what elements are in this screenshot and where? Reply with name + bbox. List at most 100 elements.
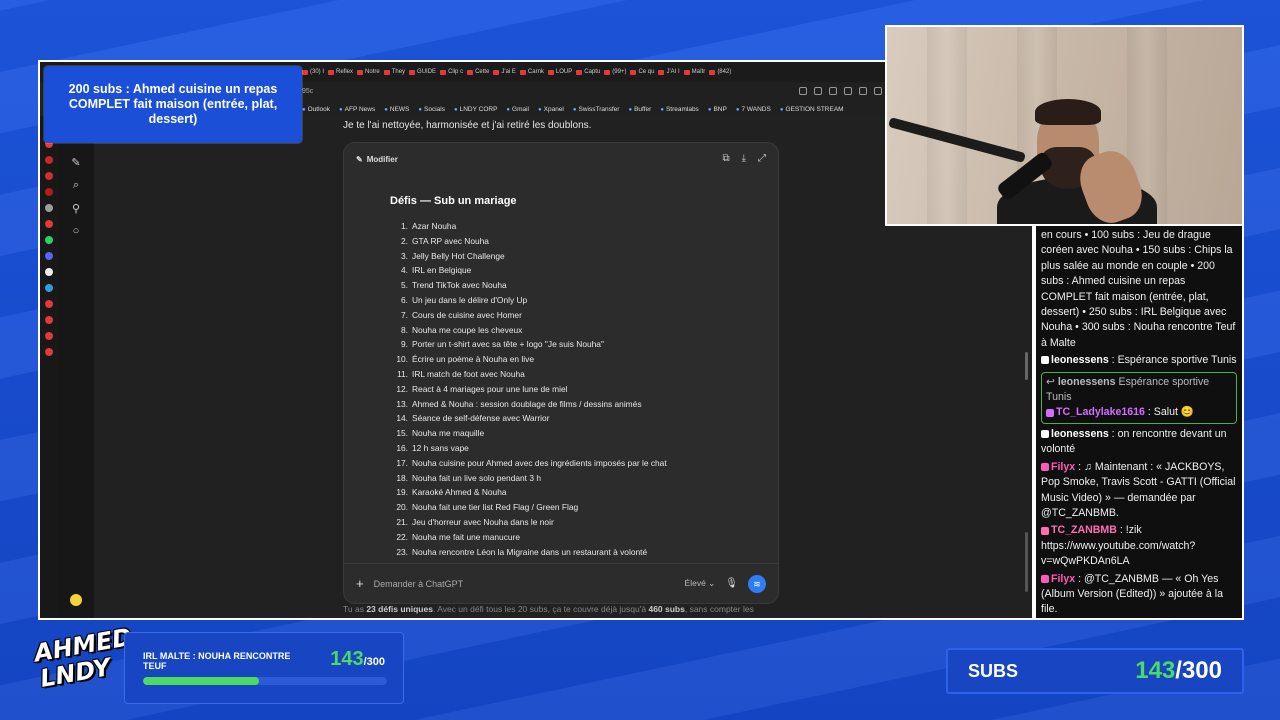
- chat-username[interactable]: Filyx: [1051, 573, 1075, 585]
- browser-tab[interactable]: Maîtr: [683, 69, 705, 75]
- chat-message: TC_ZANBMB : !zik https://www.youtube.com…: [1041, 524, 1196, 568]
- chat-username[interactable]: leonessens: [1051, 354, 1109, 366]
- search-icon[interactable]: ⌕: [73, 179, 79, 192]
- browser-tab[interactable]: (842): [709, 69, 731, 75]
- chat-username[interactable]: TC_ZANBMB: [1051, 524, 1117, 536]
- browser-tab[interactable]: They: [383, 69, 406, 75]
- bookmark-item[interactable]: Streamlabs: [660, 106, 699, 113]
- chat-message: ↩ leonessens Espérance sportive Tunis TC_…: [1041, 371, 1237, 424]
- extension-icon[interactable]: [814, 87, 822, 95]
- bookmark-item[interactable]: Gmail: [506, 106, 529, 113]
- tab-favicon-icon: [409, 69, 416, 75]
- scrollbar[interactable]: [1025, 532, 1028, 592]
- browser-tab[interactable]: Clip c: [440, 69, 463, 75]
- app-icon[interactable]: [45, 220, 53, 228]
- canvas-edit-label: Modifier: [366, 155, 398, 164]
- whatsapp-icon[interactable]: [45, 236, 53, 244]
- browser-tab[interactable]: Ce qu: [630, 69, 654, 75]
- app-icon[interactable]: [45, 188, 53, 196]
- pin-icon[interactable]: ⚲: [72, 202, 80, 215]
- browser-tab[interactable]: J'AI I: [658, 69, 680, 75]
- app-icon[interactable]: [45, 172, 53, 180]
- extension-icon[interactable]: [829, 87, 837, 95]
- browser-tab[interactable]: LOUP: [547, 69, 572, 75]
- new-chat-icon[interactable]: ✎: [71, 156, 80, 169]
- x-icon[interactable]: [45, 268, 53, 276]
- settings-icon[interactable]: [45, 204, 53, 212]
- tab-favicon-icon: [383, 69, 390, 75]
- url-text[interactable]: 95c: [302, 88, 313, 95]
- tab-label: (99+): [612, 69, 627, 75]
- bookmark-item[interactable]: LNDY CORP: [454, 106, 498, 113]
- browser-tab[interactable]: Cette: [467, 69, 489, 75]
- telegram-icon[interactable]: [45, 284, 53, 292]
- chat-message: en cours • 100 subs : Jeu de drague coré…: [1041, 228, 1237, 351]
- expand-icon[interactable]: ⤢: [758, 153, 766, 164]
- extension-icon[interactable]: [799, 87, 807, 95]
- composer-input[interactable]: Demander à ChatGPT: [374, 579, 675, 589]
- browser-tab[interactable]: (99+): [604, 69, 626, 75]
- chat-username[interactable]: TC_Ladylake1616: [1056, 406, 1145, 418]
- history-icon[interactable]: [45, 300, 53, 308]
- app-icon[interactable]: [45, 332, 53, 340]
- goal-progress-track: [143, 677, 387, 685]
- download-icon[interactable]: ⤓: [742, 153, 746, 164]
- voice-mode-button[interactable]: ≋: [748, 574, 766, 593]
- list-item: 22. Nouha me fait une manucure: [390, 530, 667, 545]
- extension-icon[interactable]: [844, 87, 852, 95]
- bookmark-item[interactable]: SwissTransfer: [573, 106, 620, 113]
- list-item: 8. Nouha me coupe les cheveux: [390, 323, 667, 338]
- avatar[interactable]: [70, 594, 82, 606]
- tab-favicon-icon: [576, 69, 583, 75]
- browser-tab[interactable]: J'ai E: [493, 69, 516, 75]
- list-item-text: Écrire un poème à Nouha en live: [412, 354, 534, 365]
- bookmark-item[interactable]: 7 WANDS: [736, 106, 770, 113]
- mic-icon[interactable]: 🎙: [725, 578, 738, 589]
- chat-username[interactable]: Filyx: [1051, 461, 1075, 473]
- bookmark-item[interactable]: Xpanel: [538, 106, 564, 113]
- tab-label: They: [391, 69, 406, 75]
- copy-icon[interactable]: ⧉: [722, 153, 729, 164]
- chat-bubble-icon[interactable]: ○: [73, 225, 80, 237]
- assistant-intro: Je te l'ai nettoyée, harmonisée et j'ai …: [343, 120, 592, 131]
- bookmark-item[interactable]: Socials: [418, 106, 445, 113]
- tab-favicon-icon: [440, 69, 447, 75]
- browser-tab[interactable]: Carnk: [519, 69, 544, 75]
- app-icon[interactable]: [45, 156, 53, 164]
- extension-icon[interactable]: [874, 87, 882, 95]
- scroll-indicator[interactable]: [1025, 352, 1028, 380]
- bookmark-item[interactable]: Buffer: [628, 106, 651, 113]
- list-item: 9. Porter un t-shirt avec sa tête + logo …: [390, 337, 667, 352]
- canvas-toolbar: ⧉ ⤓ ⤢: [722, 153, 766, 164]
- discord-icon[interactable]: [45, 252, 53, 260]
- plus-icon[interactable]: +: [356, 576, 364, 591]
- list-item-number: 21.: [396, 516, 408, 527]
- browser-tab[interactable]: Notre: [357, 69, 380, 75]
- browser-tab[interactable]: (30) I: [302, 69, 324, 75]
- browser-tab[interactable]: GUIDE: [409, 69, 436, 75]
- bookmark-item[interactable]: GESTION STREAM: [780, 106, 843, 113]
- chat-badge-icon: [1041, 526, 1049, 535]
- app-icon[interactable]: [45, 348, 53, 356]
- download-icon[interactable]: [45, 316, 53, 324]
- model-selector[interactable]: Élevé ⌄: [685, 578, 716, 589]
- bookmark-item[interactable]: NEWS: [384, 106, 410, 113]
- bookmark-item[interactable]: Outlook: [302, 106, 330, 113]
- chat-message: Filyx : @TC_ZANBMB — « Oh Yes (Album Ver…: [1041, 572, 1223, 616]
- list-item-text: Porter un t-shirt avec sa tête + logo "J…: [412, 339, 604, 350]
- tab-favicon-icon: [683, 69, 690, 75]
- browser-tab[interactable]: Reflex: [328, 69, 353, 75]
- browser-tab[interactable]: Captu: [576, 69, 600, 75]
- extension-icon[interactable]: [859, 87, 867, 95]
- bookmark-item[interactable]: BNP: [708, 106, 726, 113]
- bookmark-item[interactable]: AFP News: [339, 106, 376, 113]
- chat-username[interactable]: leonessens: [1051, 428, 1109, 440]
- list-item: 5. Trend TikTok avec Nouha: [390, 278, 667, 293]
- list-item-number: 17.: [396, 457, 408, 468]
- tab-favicon-icon: [604, 69, 611, 75]
- list-item: 20. Nouha fait une tier list Red Flag / G…: [390, 500, 667, 515]
- canvas-edit-button[interactable]: ✎ Modifier: [356, 155, 398, 164]
- tab-label: Captu: [584, 69, 601, 75]
- chat-text: en cours • 100 subs : Jeu de drague coré…: [1041, 229, 1236, 349]
- list-item: 13. Ahmed & Nouha : session doublage de f…: [390, 397, 667, 412]
